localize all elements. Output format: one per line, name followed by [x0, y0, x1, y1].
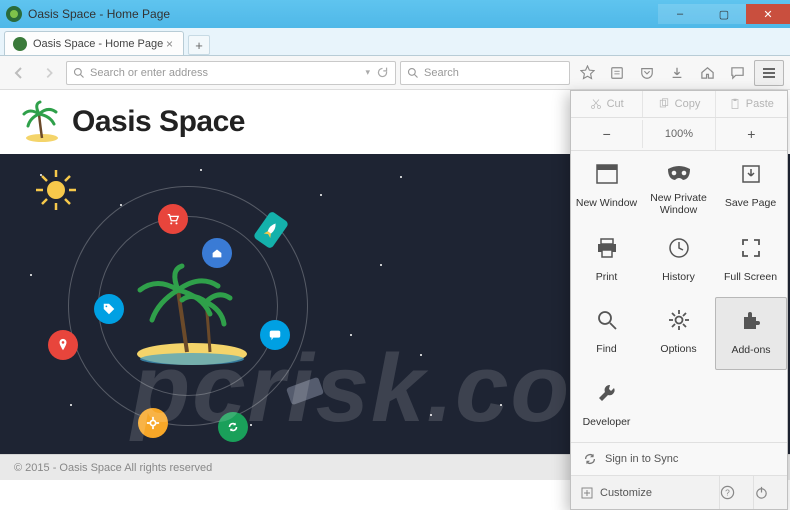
magnifier-icon	[596, 307, 618, 333]
menu-power-button[interactable]	[753, 476, 787, 509]
address-dropdown-icon[interactable]: ▾	[365, 67, 370, 78]
menu-customize[interactable]: Customize	[571, 478, 719, 508]
menu-fullscreen[interactable]: Full Screen	[715, 225, 787, 297]
address-bar[interactable]: Search or enter address ▾	[66, 61, 396, 85]
search-placeholder: Search	[424, 67, 459, 79]
menu-print[interactable]: Print	[571, 225, 643, 297]
pin-orbit-icon	[48, 330, 78, 360]
satellite-orbit-icon	[286, 377, 324, 406]
site-logo[interactable]: Oasis Space	[20, 100, 245, 144]
menu-developer[interactable]: Developer	[571, 370, 643, 442]
window-minimize-button[interactable]: –	[658, 4, 702, 24]
menu-cut[interactable]: Cut	[571, 91, 642, 117]
tab-close-icon[interactable]: ×	[164, 37, 175, 51]
svg-text:?: ?	[725, 487, 730, 497]
palm-logo-icon	[20, 100, 64, 144]
navigation-toolbar: Search or enter address ▾ Search	[0, 56, 790, 90]
tab-favicon	[13, 37, 27, 51]
chat-orbit-icon	[260, 320, 290, 350]
window-titlebar: Oasis Space - Home Page – ▢ ✕	[0, 0, 790, 28]
wrench-icon	[596, 380, 618, 406]
search-icon	[73, 67, 85, 79]
sun-icon	[34, 168, 78, 212]
home-orbit-icon	[202, 238, 232, 268]
forward-button[interactable]	[36, 60, 62, 86]
tab-strip: Oasis Space - Home Page × +	[0, 28, 790, 56]
sync-icon	[583, 452, 597, 466]
menu-save-page[interactable]: Save Page	[715, 151, 787, 225]
menu-copy[interactable]: Copy	[642, 91, 714, 117]
zoom-in-button[interactable]: +	[715, 118, 787, 150]
home-icon[interactable]	[694, 60, 720, 86]
window-maximize-button[interactable]: ▢	[702, 4, 746, 24]
gear-orbit-icon	[138, 408, 168, 438]
plus-icon	[581, 487, 593, 499]
menu-find[interactable]: Find	[571, 297, 643, 370]
refresh-orbit-icon	[218, 412, 248, 442]
zoom-out-button[interactable]: −	[571, 118, 642, 150]
reload-icon[interactable]	[376, 66, 389, 79]
save-icon	[741, 161, 761, 187]
browser-tab[interactable]: Oasis Space - Home Page ×	[4, 31, 184, 55]
footer-copyright: © 2015 - Oasis Space All rights reserved	[14, 462, 212, 474]
pocket-icon[interactable]	[634, 60, 660, 86]
search-bar[interactable]: Search	[400, 61, 570, 85]
bookmark-star-icon[interactable]	[574, 60, 600, 86]
window-title: Oasis Space - Home Page	[28, 7, 658, 21]
menu-new-window[interactable]: New Window	[571, 151, 643, 225]
gear-icon	[668, 307, 690, 333]
zoom-value: 100%	[642, 120, 714, 148]
menu-paste[interactable]: Paste	[715, 91, 787, 117]
menu-history[interactable]: History	[643, 225, 715, 297]
menu-help-button[interactable]: ?	[719, 476, 753, 509]
fullscreen-icon	[741, 235, 761, 261]
app-menu-panel: Cut Copy Paste − 100% + New Window New P…	[570, 90, 788, 510]
bookmarks-list-icon[interactable]	[604, 60, 630, 86]
back-button[interactable]	[6, 60, 32, 86]
window-icon	[596, 161, 618, 187]
island-icon	[122, 262, 262, 372]
menu-private-window[interactable]: New Private Window	[643, 151, 715, 225]
clock-icon	[668, 235, 690, 261]
menu-button[interactable]	[754, 60, 784, 86]
new-tab-button[interactable]: +	[188, 35, 210, 55]
puzzle-icon	[740, 308, 762, 334]
tag-orbit-icon	[94, 294, 124, 324]
downloads-icon[interactable]	[664, 60, 690, 86]
window-close-button[interactable]: ✕	[746, 4, 790, 24]
address-placeholder: Search or enter address	[90, 67, 208, 79]
site-brand-text: Oasis Space	[72, 105, 245, 139]
window-favicon	[6, 6, 22, 22]
menu-options[interactable]: Options	[643, 297, 715, 370]
cart-orbit-icon	[158, 204, 188, 234]
menu-addons[interactable]: Add-ons	[715, 297, 787, 370]
tab-title: Oasis Space - Home Page	[33, 38, 163, 50]
mask-icon	[666, 161, 692, 187]
printer-icon	[596, 235, 618, 261]
chat-icon[interactable]	[724, 60, 750, 86]
search-icon	[407, 67, 419, 79]
menu-signin[interactable]: Sign in to Sync	[571, 442, 787, 475]
hero-illustration	[30, 164, 340, 444]
